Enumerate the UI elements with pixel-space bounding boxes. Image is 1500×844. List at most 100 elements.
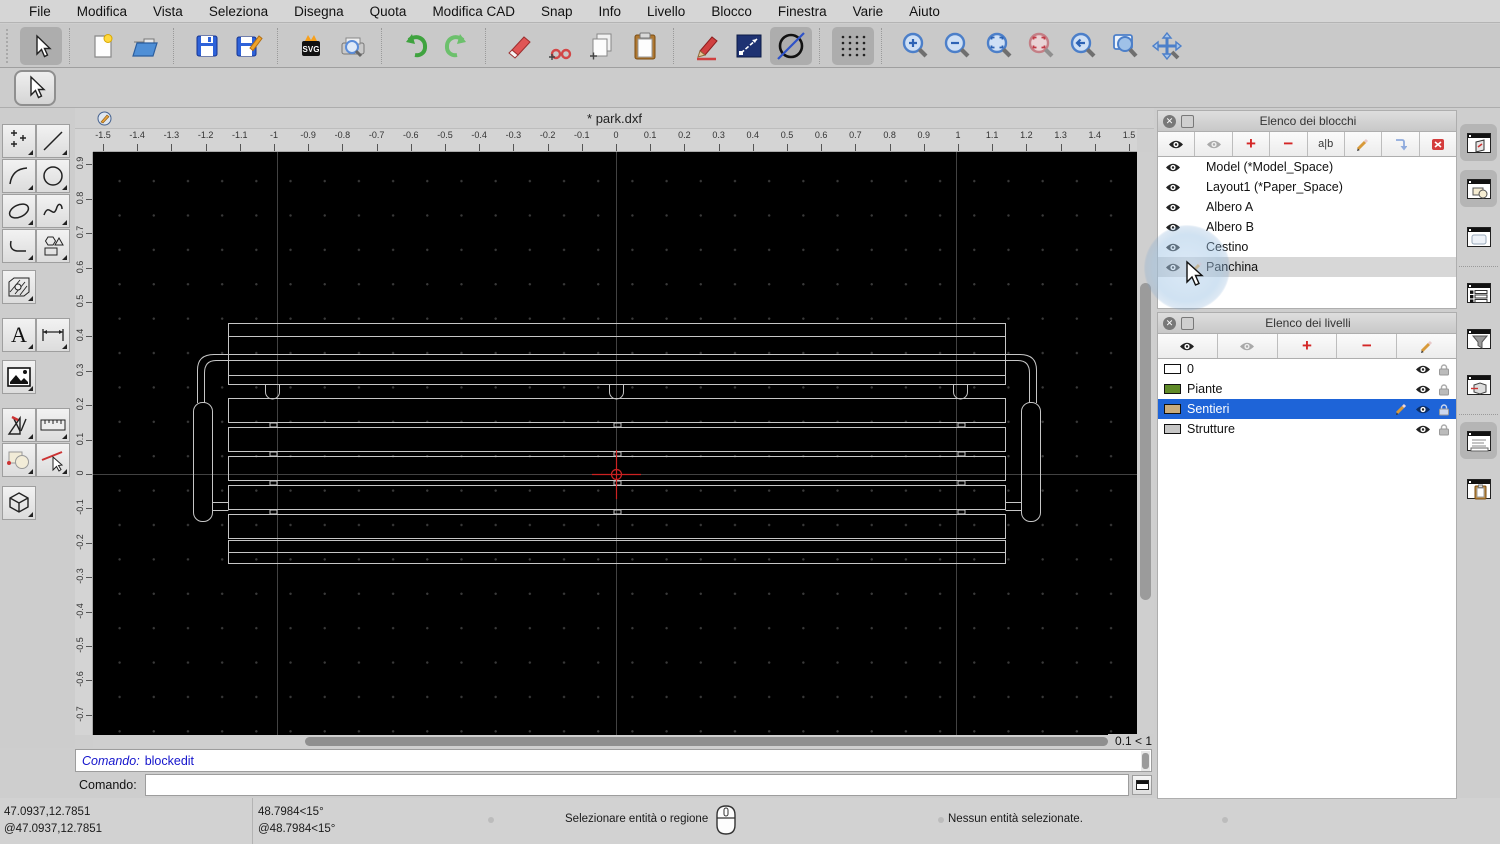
command-input[interactable] bbox=[144, 774, 1129, 796]
layer-list-panel-toggle[interactable] bbox=[1460, 274, 1497, 311]
command-history-scrollbar[interactable] bbox=[1141, 751, 1150, 771]
layer-visibility-eye-icon[interactable] bbox=[1415, 384, 1431, 395]
close-icon[interactable]: ✕ bbox=[1163, 114, 1176, 128]
save-button[interactable] bbox=[186, 27, 228, 65]
menu-item-modifica[interactable]: Modifica bbox=[64, 0, 140, 23]
block-row[interactable]: Cestino bbox=[1158, 237, 1456, 257]
ellipse-tool-button[interactable] bbox=[2, 194, 36, 228]
grid-toggle-button[interactable] bbox=[832, 26, 874, 65]
eraser-button[interactable] bbox=[498, 27, 540, 65]
menu-item-varie[interactable]: Varie bbox=[840, 0, 897, 23]
zoom-fit-button[interactable] bbox=[978, 27, 1020, 65]
hide-all-blocks-button[interactable] bbox=[1195, 132, 1233, 156]
block-row[interactable]: Albero B bbox=[1158, 217, 1456, 237]
polyline-tool-button[interactable] bbox=[2, 229, 36, 263]
canvas-vertical-scrollbar[interactable] bbox=[1137, 152, 1154, 735]
line-settings-button[interactable] bbox=[728, 27, 770, 65]
add-block-button[interactable]: + bbox=[1232, 132, 1271, 156]
remove-block-button[interactable]: − bbox=[1270, 132, 1308, 156]
drawing-canvas[interactable] bbox=[93, 152, 1137, 735]
text-tool-button[interactable]: A bbox=[2, 318, 36, 353]
rename-block-button[interactable]: a|b bbox=[1307, 132, 1345, 156]
layer-visibility-eye-icon[interactable] bbox=[1415, 424, 1431, 435]
point-tool-button[interactable] bbox=[2, 124, 36, 158]
purge-block-button[interactable] bbox=[1419, 132, 1456, 156]
layer-row[interactable]: 0 bbox=[1158, 359, 1456, 379]
cut-button[interactable] bbox=[540, 27, 582, 65]
modify-tool-button[interactable] bbox=[2, 407, 36, 442]
print-preview-button[interactable] bbox=[332, 27, 374, 65]
selection-arrow-button[interactable] bbox=[14, 70, 56, 106]
block-visibility-eye-icon[interactable] bbox=[1158, 162, 1188, 173]
redo-button[interactable] bbox=[436, 27, 478, 65]
menu-item-info[interactable]: Info bbox=[586, 0, 635, 23]
block-list-panel-toggle[interactable] bbox=[1460, 124, 1497, 161]
float-panel-icon[interactable] bbox=[1181, 316, 1194, 330]
menu-item-livello[interactable]: Livello bbox=[634, 0, 698, 23]
svg-export-button[interactable]: SVG bbox=[290, 27, 332, 65]
block-edit-panel-toggle[interactable] bbox=[1460, 170, 1497, 207]
block-visibility-eye-icon[interactable] bbox=[1158, 242, 1188, 253]
canvas-horizontal-scrollbar[interactable] bbox=[93, 735, 1111, 748]
edit-layer-button[interactable] bbox=[1397, 334, 1456, 358]
snap-tool-button[interactable] bbox=[36, 442, 70, 477]
layer-row[interactable]: Sentieri bbox=[1158, 399, 1456, 419]
hatch-tool-button[interactable] bbox=[2, 270, 36, 305]
show-all-layers-button[interactable] bbox=[1158, 334, 1218, 358]
edit-block-button[interactable] bbox=[1344, 132, 1383, 156]
command-options-button[interactable] bbox=[1132, 775, 1152, 795]
pointer-tool-button[interactable] bbox=[20, 26, 62, 65]
undo-button[interactable] bbox=[394, 27, 436, 65]
shape-tool-button[interactable] bbox=[36, 229, 70, 263]
measure-tool-button[interactable] bbox=[36, 407, 70, 442]
zoom-selection-button[interactable] bbox=[1020, 27, 1062, 65]
block-row[interactable]: Albero A bbox=[1158, 197, 1456, 217]
menu-item-blocco[interactable]: Blocco bbox=[698, 0, 765, 23]
block-row[interactable]: Layout1 (*Paper_Space) bbox=[1158, 177, 1456, 197]
paste-button[interactable] bbox=[624, 27, 666, 65]
remove-layer-button[interactable]: − bbox=[1337, 334, 1398, 358]
layer-visibility-eye-icon[interactable] bbox=[1415, 404, 1431, 415]
dimension-tool-button[interactable] bbox=[36, 318, 70, 353]
hscroll-thumb[interactable] bbox=[305, 737, 1108, 746]
clipboard-panel-toggle[interactable] bbox=[1460, 470, 1497, 507]
menu-item-disegna[interactable]: Disegna bbox=[281, 0, 357, 23]
layer-lock-icon[interactable] bbox=[1438, 423, 1450, 436]
layer-lock-icon[interactable] bbox=[1438, 383, 1450, 396]
info-tool-button[interactable] bbox=[2, 442, 36, 477]
zoom-in-button[interactable] bbox=[894, 27, 936, 65]
block-visibility-eye-icon[interactable] bbox=[1158, 202, 1188, 213]
layer-visibility-eye-icon[interactable] bbox=[1415, 364, 1431, 375]
menu-item-file[interactable]: File bbox=[16, 0, 64, 23]
command-history[interactable]: Comando: blockedit bbox=[75, 749, 1152, 772]
image-tool-button[interactable] bbox=[2, 359, 36, 394]
filter-panel-toggle[interactable] bbox=[1460, 320, 1497, 357]
document-titlebar[interactable]: * park.dxf bbox=[75, 108, 1154, 129]
zoom-window-button[interactable] bbox=[1104, 27, 1146, 65]
float-panel-icon[interactable] bbox=[1181, 114, 1194, 128]
draw-pen-button[interactable] bbox=[686, 27, 728, 65]
layer-lock-icon[interactable] bbox=[1438, 403, 1450, 416]
circle-tool-button[interactable] bbox=[36, 159, 70, 193]
property-editor-panel-toggle[interactable] bbox=[1460, 218, 1497, 255]
zoom-out-button[interactable] bbox=[936, 27, 978, 65]
add-layer-button[interactable]: + bbox=[1277, 334, 1338, 358]
zoom-previous-button[interactable] bbox=[1062, 27, 1104, 65]
library-browser-panel-toggle[interactable] bbox=[1460, 366, 1497, 403]
layer-lock-icon[interactable] bbox=[1438, 363, 1450, 376]
layer-row[interactable]: Piante bbox=[1158, 379, 1456, 399]
menu-item-vista[interactable]: Vista bbox=[140, 0, 196, 23]
new-file-button[interactable] bbox=[82, 27, 124, 65]
block-visibility-eye-icon[interactable] bbox=[1158, 182, 1188, 193]
menu-item-snap[interactable]: Snap bbox=[528, 0, 586, 23]
solid-tool-button[interactable] bbox=[2, 486, 36, 521]
line-tool-button[interactable] bbox=[36, 124, 70, 158]
insert-block-button[interactable] bbox=[1382, 132, 1420, 156]
block-visibility-eye-icon[interactable] bbox=[1158, 222, 1188, 233]
vscroll-thumb[interactable] bbox=[1140, 283, 1151, 600]
menu-item-quota[interactable]: Quota bbox=[357, 0, 420, 23]
menu-item-aiuto[interactable]: Aiuto bbox=[896, 0, 953, 23]
save-as-button[interactable] bbox=[228, 27, 270, 65]
menu-item-finestra[interactable]: Finestra bbox=[765, 0, 840, 23]
show-all-blocks-button[interactable] bbox=[1158, 132, 1196, 156]
